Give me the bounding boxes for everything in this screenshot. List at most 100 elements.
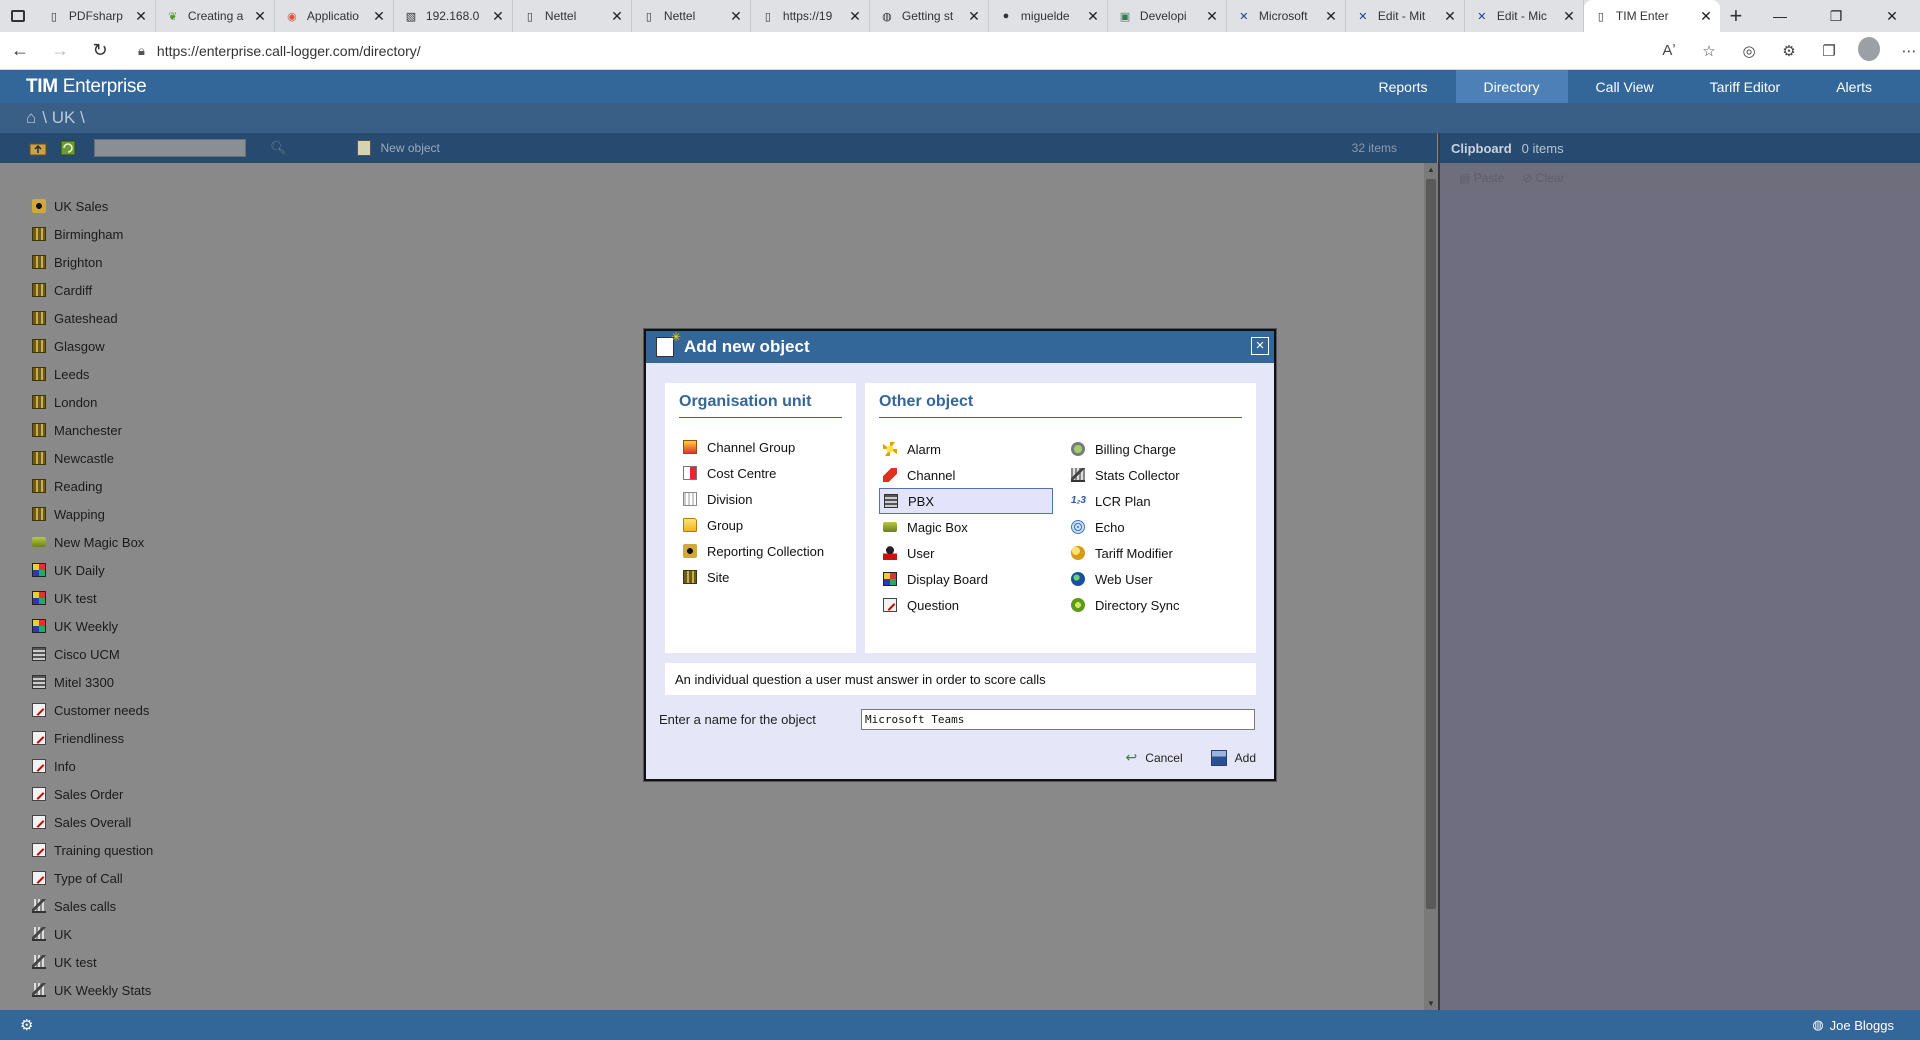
scrollbar-thumb[interactable] (1426, 179, 1436, 909)
forward-button[interactable]: → (40, 32, 80, 70)
option-tariff-modifier[interactable]: Tariff Modifier (1067, 540, 1255, 566)
tab-close-icon[interactable]: ✕ (730, 8, 742, 25)
list-item[interactable]: UK Weekly Stats (32, 976, 1424, 1004)
profile-avatar[interactable] (1858, 36, 1880, 65)
nav-directory[interactable]: Directory (1455, 70, 1568, 103)
tracking-icon[interactable]: ◎ (1738, 42, 1760, 60)
back-button[interactable]: ← (0, 32, 40, 70)
list-item[interactable]: Sales Order (32, 780, 1424, 808)
scroll-up-icon[interactable]: ▲ (1427, 165, 1435, 174)
browser-tab[interactable]: ▯ Nettel ✕ (632, 0, 751, 32)
option-lcr-plan[interactable]: 1₂3 LCR Plan (1067, 488, 1255, 514)
breadcrumb-path[interactable]: \ UK \ (42, 108, 85, 128)
home-icon[interactable]: ⌂ (26, 108, 36, 128)
list-item[interactable]: Cardiff (32, 276, 1424, 304)
browser-tab[interactable]: ✕ Microsoft ✕ (1227, 0, 1346, 32)
close-window-button[interactable]: ✕ (1864, 0, 1920, 32)
tab-close-icon[interactable]: ✕ (968, 8, 980, 25)
new-object-button[interactable]: New object (356, 140, 440, 156)
brand-logo[interactable]: TIM Enterprise (0, 76, 147, 98)
read-aloud-icon[interactable]: Aʼ (1658, 42, 1680, 59)
tab-close-icon[interactable]: ✕ (849, 8, 861, 25)
up-folder-icon[interactable] (28, 139, 48, 157)
tab-close-icon[interactable]: ✕ (492, 8, 504, 25)
list-item[interactable]: Birmingham (32, 220, 1424, 248)
minimize-button[interactable]: — (1752, 0, 1808, 32)
option-user[interactable]: User (879, 540, 1067, 566)
list-item[interactable]: Type of Call (32, 864, 1424, 892)
close-icon[interactable]: × (1251, 337, 1269, 355)
option-group[interactable]: Group (683, 512, 856, 538)
option-division[interactable]: Division (683, 486, 856, 512)
clear-button[interactable]: ⊘ Clear (1522, 171, 1564, 185)
option-pbx[interactable]: PBX (879, 488, 1053, 514)
more-menu-icon[interactable]: ⋯ (1898, 42, 1920, 60)
object-name-input[interactable] (861, 709, 1255, 730)
nav-tariff-editor[interactable]: Tariff Editor (1682, 70, 1809, 103)
browser-tab[interactable]: ◉ Applicatio ✕ (275, 0, 394, 32)
browser-tab[interactable]: ▯ Nettel ✕ (513, 0, 632, 32)
option-channel-group[interactable]: Channel Group (683, 434, 856, 460)
tab-close-icon[interactable]: ✕ (1087, 8, 1099, 25)
browser-tab[interactable]: ▯ https://19 ✕ (751, 0, 870, 32)
tab-close-icon[interactable]: ✕ (611, 8, 623, 25)
browser-tab[interactable]: ▯ PDFsharp ✕ (37, 0, 156, 32)
list-item[interactable]: UK test (32, 948, 1424, 976)
list-item[interactable]: Brighton (32, 248, 1424, 276)
list-item[interactable]: Training question (32, 836, 1424, 864)
list-item[interactable]: Sales calls (32, 892, 1424, 920)
option-magic-box[interactable]: Magic Box (879, 514, 1067, 540)
nav-reports[interactable]: Reports (1351, 70, 1456, 103)
current-user[interactable]: ◍ Joe Bloggs (1812, 1017, 1894, 1033)
nav-call-view[interactable]: Call View (1568, 70, 1682, 103)
browser-tab[interactable]: ◍ Getting st ✕ (870, 0, 989, 32)
extensions-icon[interactable]: ⚙ (1778, 42, 1800, 60)
list-item[interactable]: Gateshead (32, 304, 1424, 332)
tab-close-icon[interactable]: ✕ (1563, 8, 1575, 25)
option-channel[interactable]: Channel (879, 462, 1067, 488)
nav-alerts[interactable]: Alerts (1808, 70, 1900, 103)
option-display-board[interactable]: Display Board (879, 566, 1067, 592)
option-alarm[interactable]: Alarm (879, 436, 1067, 462)
option-web-user[interactable]: Web User (1067, 566, 1255, 592)
cancel-button[interactable]: ↩ Cancel (1126, 749, 1183, 766)
option-site[interactable]: Site (683, 564, 856, 590)
settings-gear-icon[interactable]: ⚙ (20, 1016, 33, 1034)
new-tab-button[interactable]: + (1720, 0, 1752, 32)
add-button[interactable]: Add (1210, 749, 1256, 766)
browser-tab[interactable]: ▧ 192.168.0 ✕ (394, 0, 513, 32)
list-item[interactable]: UK Sales (32, 192, 1424, 220)
favorite-star-icon[interactable]: ☆ (1698, 42, 1720, 60)
browser-tab[interactable]: ✕ Edit - Mit ✕ (1346, 0, 1465, 32)
option-cost-centre[interactable]: Cost Centre (683, 460, 856, 486)
url-field[interactable]: 🔒︎ https://enterprise.call-logger.com/di… (128, 35, 1638, 66)
collections-icon[interactable]: ❐ (1818, 42, 1840, 60)
option-directory-sync[interactable]: Directory Sync (1067, 592, 1255, 618)
browser-tab[interactable]: ▣ Developi ✕ (1108, 0, 1227, 32)
tab-close-icon[interactable]: ✕ (254, 8, 266, 25)
tab-close-icon[interactable]: ✕ (373, 8, 385, 25)
directory-search-input[interactable] (94, 139, 246, 157)
option-reporting-collection[interactable]: Reporting Collection (683, 538, 856, 564)
tab-close-icon[interactable]: ✕ (1700, 8, 1712, 25)
scroll-down-icon[interactable]: ▼ (1427, 999, 1435, 1008)
content-scrollbar[interactable]: ▲ ▼ (1424, 163, 1438, 1010)
browser-tab[interactable]: ✕ Edit - Mic ✕ (1465, 0, 1584, 32)
refresh-list-icon[interactable] (58, 139, 78, 157)
option-echo[interactable]: Echo (1067, 514, 1255, 540)
search-icon[interactable]: 🔍︎ (270, 140, 287, 156)
browser-tab[interactable]: ▯ TIM Enter ✕ (1583, 0, 1720, 32)
list-item[interactable]: Sales Overall (32, 808, 1424, 836)
tab-close-icon[interactable]: ✕ (1206, 8, 1218, 25)
paste-button[interactable]: ▤ Paste (1459, 171, 1504, 185)
browser-tab[interactable]: ❦ Creating a ✕ (156, 0, 275, 32)
tab-close-icon[interactable]: ✕ (135, 8, 147, 25)
list-item[interactable]: UK (32, 920, 1424, 948)
option-question[interactable]: Question (879, 592, 1067, 618)
tab-close-icon[interactable]: ✕ (1325, 8, 1337, 25)
tab-actions-button[interactable] (0, 0, 37, 32)
tab-close-icon[interactable]: ✕ (1444, 8, 1456, 25)
browser-tab[interactable]: ● miguelde ✕ (989, 0, 1108, 32)
option-stats-collector[interactable]: Stats Collector (1067, 462, 1255, 488)
option-billing-charge[interactable]: Billing Charge (1067, 436, 1255, 462)
